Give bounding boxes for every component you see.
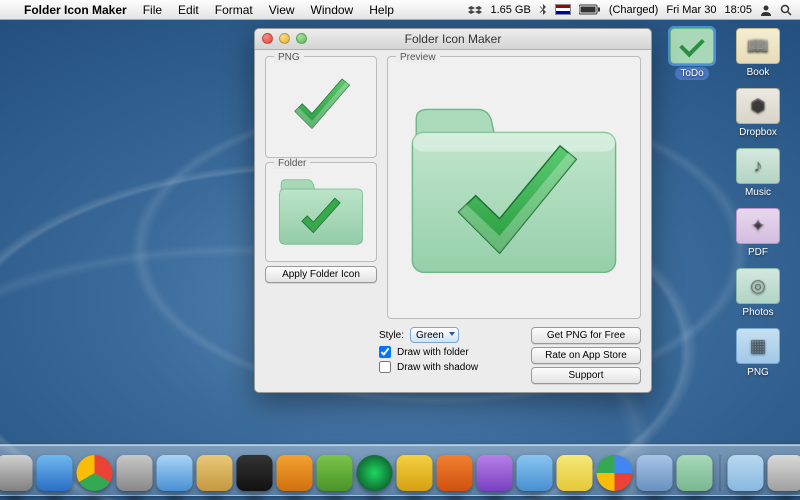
dock-app-store[interactable] xyxy=(37,455,73,491)
png-checkmark-icon[interactable] xyxy=(281,70,361,145)
user-menu-icon[interactable] xyxy=(760,4,772,16)
battery-status-text: (Charged) xyxy=(609,4,659,16)
menu-help[interactable]: Help xyxy=(361,3,402,17)
draw-with-shadow-label: Draw with shadow xyxy=(397,362,478,373)
rate-app-store-button[interactable]: Rate on App Store xyxy=(531,347,641,364)
style-select[interactable]: Green xyxy=(410,327,459,343)
folder-group: Folder xyxy=(265,162,377,262)
dock-safari-compass[interactable] xyxy=(0,455,33,491)
folder-icon: ◎ xyxy=(736,268,780,304)
photos-glyph-icon: ◎ xyxy=(750,276,766,297)
dock-applications-folder[interactable] xyxy=(728,455,764,491)
memory-status[interactable]: 1.65 GB xyxy=(490,4,530,16)
folder-icon: ✦ xyxy=(736,208,780,244)
dock-evernote[interactable] xyxy=(317,455,353,491)
desktop-icon-label: Book xyxy=(747,67,770,78)
dock-terminal[interactable] xyxy=(237,455,273,491)
apply-folder-icon-button[interactable]: Apply Folder Icon xyxy=(265,266,377,283)
desktop-icon-label: Music xyxy=(745,187,771,198)
window-titlebar[interactable]: Folder Icon Maker xyxy=(255,29,651,50)
style-label: Style: xyxy=(379,330,404,341)
desktop-icon-todo[interactable]: ToDo xyxy=(666,28,718,80)
menu-file[interactable]: File xyxy=(135,3,170,17)
desktop-icon-book[interactable]: 📖 Book xyxy=(732,28,784,78)
dock-cyberduck[interactable] xyxy=(397,455,433,491)
folder-thumbnail-icon[interactable] xyxy=(275,173,367,251)
dock-pages[interactable] xyxy=(517,455,553,491)
minimize-button[interactable] xyxy=(279,33,290,44)
desktop-icon-todo-wrap: ToDo xyxy=(666,28,718,80)
desktop-icon-music[interactable]: ♪ Music xyxy=(732,148,784,198)
zoom-button[interactable] xyxy=(296,33,307,44)
folder-icon: ▦ xyxy=(736,328,780,364)
app-menu[interactable]: Folder Icon Maker xyxy=(16,3,135,17)
desktop-icon-dropbox[interactable]: ⬢ Dropbox xyxy=(732,88,784,138)
desktop-icon-label: Dropbox xyxy=(739,127,777,138)
folder-legend: Folder xyxy=(274,158,310,169)
draw-with-folder-checkbox[interactable] xyxy=(379,346,391,358)
dock-downloads-stack[interactable] xyxy=(768,455,800,491)
desktop-icon-label: PNG xyxy=(747,367,769,378)
dock-separator xyxy=(720,455,721,491)
preview-group: Preview xyxy=(387,56,641,319)
music-glyph-icon: ♪ xyxy=(754,156,763,177)
desktop-icon-pdf[interactable]: ✦ PDF xyxy=(732,208,784,258)
dock-stickies[interactable] xyxy=(557,455,593,491)
dock-xcode[interactable] xyxy=(157,455,193,491)
menu-window[interactable]: Window xyxy=(303,3,362,17)
png-group: PNG xyxy=(265,56,377,158)
spotlight-icon[interactable] xyxy=(780,4,792,16)
controls-panel: Style: Green Draw with folder Draw with … xyxy=(265,323,641,384)
dock-abstract-app[interactable] xyxy=(637,455,673,491)
folder-icon xyxy=(670,28,714,64)
dock-vlc[interactable] xyxy=(437,455,473,491)
desktop-icon-label: ToDo xyxy=(675,67,708,80)
draw-with-shadow-checkbox[interactable] xyxy=(379,361,391,373)
dock xyxy=(0,444,800,496)
dropbox-glyph-icon: ⬢ xyxy=(750,96,766,117)
menubar: Folder Icon Maker File Edit Format View … xyxy=(0,0,800,20)
desktop-icon-label: Photos xyxy=(742,307,773,318)
support-button[interactable]: Support xyxy=(531,367,641,384)
preview-legend: Preview xyxy=(396,52,440,63)
folder-icon: 📖 xyxy=(736,28,780,64)
bluetooth-icon[interactable] xyxy=(539,4,547,16)
png-legend: PNG xyxy=(274,52,304,63)
folder-icon: ⬢ xyxy=(736,88,780,124)
clock-date[interactable]: Fri Mar 30 xyxy=(666,4,716,16)
desktop-icons: 📖 Book ⬢ Dropbox ♪ Music ✦ PDF ◎ Photos ▦ PNG xyxy=(732,28,784,378)
png-glyph-icon: ▦ xyxy=(749,336,766,357)
folder-icon: ♪ xyxy=(736,148,780,184)
desktop-icon-label: PDF xyxy=(748,247,768,258)
dock-rocket-app[interactable] xyxy=(277,455,313,491)
dock-system-preferences[interactable] xyxy=(117,455,153,491)
dock-itunes[interactable] xyxy=(477,455,513,491)
dock-folder-icon-maker[interactable] xyxy=(677,455,713,491)
dock-chrome[interactable] xyxy=(77,455,113,491)
preview-folder-icon xyxy=(399,88,629,288)
dock-spotify[interactable] xyxy=(357,455,393,491)
pdf-glyph-icon: ✦ xyxy=(750,216,765,237)
menu-view[interactable]: View xyxy=(261,3,303,17)
dock-mail[interactable] xyxy=(197,455,233,491)
battery-icon[interactable] xyxy=(579,4,601,15)
draw-with-folder-label: Draw with folder xyxy=(397,347,469,358)
get-png-button[interactable]: Get PNG for Free xyxy=(531,327,641,344)
window-title: Folder Icon Maker xyxy=(405,32,502,46)
book-glyph-icon: 📖 xyxy=(747,36,769,57)
desktop-icon-photos[interactable]: ◎ Photos xyxy=(732,268,784,318)
input-source-icon[interactable] xyxy=(555,4,571,15)
clock-time[interactable]: 18:05 xyxy=(724,4,752,16)
close-button[interactable] xyxy=(262,33,273,44)
dock-google[interactable] xyxy=(597,455,633,491)
menu-format[interactable]: Format xyxy=(207,3,261,17)
desktop-icon-png[interactable]: ▦ PNG xyxy=(732,328,784,378)
dropbox-menu-icon[interactable] xyxy=(468,4,482,16)
app-window: Folder Icon Maker PNG Folder Apply Folde… xyxy=(254,28,652,393)
menu-edit[interactable]: Edit xyxy=(170,3,207,17)
